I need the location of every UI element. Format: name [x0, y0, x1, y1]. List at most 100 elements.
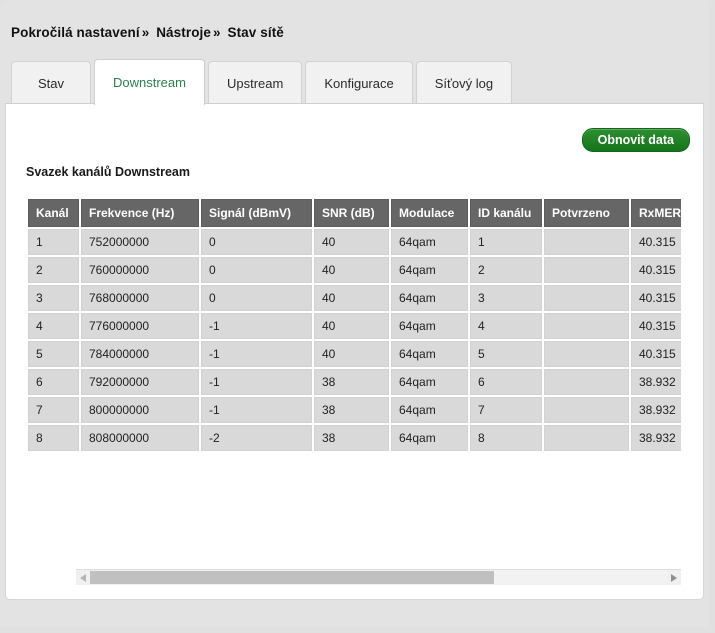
- page-panel: Pokročilá nastavení» Nástroje» Stav sítě…: [0, 0, 709, 627]
- table-row: 6 792000000 -1 38 64qam 6 38.932: [28, 369, 681, 395]
- cell-frekvence: 800000000: [81, 397, 199, 423]
- tab-stav[interactable]: Stav: [11, 61, 91, 105]
- cell-rxmer: 38.932: [631, 397, 681, 423]
- cell-id-kanalu: 3: [470, 285, 542, 311]
- tab-downstream[interactable]: Downstream: [94, 59, 205, 105]
- cell-modulace: 64qam: [391, 285, 468, 311]
- cell-signal: 0: [201, 257, 312, 283]
- cell-snr: 40: [314, 313, 389, 339]
- cell-potvrzeno: [544, 229, 629, 255]
- breadcrumb-item-1[interactable]: Pokročilá nastavení: [11, 25, 140, 40]
- table-row: 5 784000000 -1 40 64qam 5 40.315: [28, 341, 681, 367]
- table-row: 4 776000000 -1 40 64qam 4 40.315: [28, 313, 681, 339]
- scrollbar-thumb[interactable]: [90, 571, 494, 584]
- cell-kanal: 1: [28, 229, 79, 255]
- cell-signal: 0: [201, 229, 312, 255]
- cell-potvrzeno: [544, 285, 629, 311]
- cell-potvrzeno: [544, 313, 629, 339]
- cell-snr: 38: [314, 425, 389, 451]
- cell-potvrzeno: [544, 369, 629, 395]
- column-header-rxmer: RxMER (dB): [631, 199, 681, 227]
- cell-frekvence: 792000000: [81, 369, 199, 395]
- scrollbar-track[interactable]: [90, 570, 667, 585]
- tab-sitovy-log[interactable]: Síťový log: [415, 61, 513, 105]
- cell-signal: -1: [201, 341, 312, 367]
- cell-id-kanalu: 7: [470, 397, 542, 423]
- cell-potvrzeno: [544, 257, 629, 283]
- cell-modulace: 64qam: [391, 341, 468, 367]
- cell-modulace: 64qam: [391, 397, 468, 423]
- cell-kanal: 8: [28, 425, 79, 451]
- breadcrumb-separator-2: »: [213, 25, 221, 40]
- cell-snr: 38: [314, 369, 389, 395]
- horizontal-scrollbar[interactable]: [76, 569, 681, 585]
- cell-kanal: 6: [28, 369, 79, 395]
- cell-snr: 40: [314, 229, 389, 255]
- cell-frekvence: 784000000: [81, 341, 199, 367]
- section-title: Svazek kanálů Downstream: [26, 165, 190, 179]
- cell-signal: 0: [201, 285, 312, 311]
- triangle-left-icon[interactable]: [76, 570, 90, 585]
- cell-rxmer: 40.315: [631, 341, 681, 367]
- column-header-modulace: Modulace: [391, 199, 468, 227]
- cell-rxmer: 38.932: [631, 425, 681, 451]
- column-header-frekvence: Frekvence (Hz): [81, 199, 199, 227]
- cell-potvrzeno: [544, 341, 629, 367]
- cell-id-kanalu: 1: [470, 229, 542, 255]
- cell-modulace: 64qam: [391, 229, 468, 255]
- cell-modulace: 64qam: [391, 369, 468, 395]
- cell-kanal: 2: [28, 257, 79, 283]
- cell-rxmer: 40.315: [631, 285, 681, 311]
- cell-id-kanalu: 6: [470, 369, 542, 395]
- cell-rxmer: 38.932: [631, 369, 681, 395]
- tab-upstream[interactable]: Upstream: [207, 61, 303, 105]
- column-header-signal: Signál (dBmV): [201, 199, 312, 227]
- cell-snr: 40: [314, 257, 389, 283]
- cell-id-kanalu: 2: [470, 257, 542, 283]
- breadcrumb-item-3: Stav sítě: [227, 25, 284, 40]
- cell-id-kanalu: 4: [470, 313, 542, 339]
- table-row: 1 752000000 0 40 64qam 1 40.315: [28, 229, 681, 255]
- breadcrumb-item-2[interactable]: Nástroje: [156, 25, 211, 40]
- refresh-data-button[interactable]: Obnovit data: [581, 128, 690, 152]
- table-header-row: Kanál Frekvence (Hz) Signál (dBmV) SNR (…: [28, 199, 681, 227]
- cell-signal: -1: [201, 369, 312, 395]
- downstream-table-viewport: Kanál Frekvence (Hz) Signál (dBmV) SNR (…: [26, 197, 681, 455]
- cell-frekvence: 760000000: [81, 257, 199, 283]
- table-row: 8 808000000 -2 38 64qam 8 38.932: [28, 425, 681, 451]
- breadcrumb-separator-1: »: [141, 25, 150, 40]
- cell-snr: 40: [314, 341, 389, 367]
- cell-kanal: 4: [28, 313, 79, 339]
- cell-modulace: 64qam: [391, 313, 468, 339]
- table-row: 3 768000000 0 40 64qam 3 40.315: [28, 285, 681, 311]
- cell-snr: 40: [314, 285, 389, 311]
- cell-signal: -1: [201, 313, 312, 339]
- cell-id-kanalu: 8: [470, 425, 542, 451]
- cell-frekvence: 808000000: [81, 425, 199, 451]
- cell-potvrzeno: [544, 397, 629, 423]
- cell-signal: -1: [201, 397, 312, 423]
- column-header-kanal: Kanál: [28, 199, 79, 227]
- triangle-right-icon[interactable]: [667, 570, 681, 585]
- cell-kanal: 5: [28, 341, 79, 367]
- downstream-channel-table: Kanál Frekvence (Hz) Signál (dBmV) SNR (…: [26, 197, 681, 453]
- table-body: 1 752000000 0 40 64qam 1 40.315 2 760000000 0 40 64…: [28, 229, 681, 451]
- cell-frekvence: 752000000: [81, 229, 199, 255]
- content-panel: Obnovit data Svazek kanálů Downstream Ka…: [5, 103, 704, 600]
- cell-rxmer: 40.315: [631, 313, 681, 339]
- cell-rxmer: 40.315: [631, 229, 681, 255]
- cell-potvrzeno: [544, 425, 629, 451]
- column-header-potvrzeno: Potvrzeno: [544, 199, 629, 227]
- cell-kanal: 3: [28, 285, 79, 311]
- tab-bar: Stav Downstream Upstream Konfigurace Síťový …: [11, 59, 515, 105]
- cell-rxmer: 40.315: [631, 257, 681, 283]
- cell-id-kanalu: 5: [470, 341, 542, 367]
- column-header-id-kanalu: ID kanálu: [470, 199, 542, 227]
- tab-konfigurace[interactable]: Konfigurace: [305, 61, 413, 105]
- breadcrumb: Pokročilá nastavení» Nástroje» Stav sítě: [11, 25, 284, 40]
- cell-signal: -2: [201, 425, 312, 451]
- cell-frekvence: 768000000: [81, 285, 199, 311]
- table-row: 7 800000000 -1 38 64qam 7 38.932: [28, 397, 681, 423]
- cell-modulace: 64qam: [391, 257, 468, 283]
- table-row: 2 760000000 0 40 64qam 2 40.315: [28, 257, 681, 283]
